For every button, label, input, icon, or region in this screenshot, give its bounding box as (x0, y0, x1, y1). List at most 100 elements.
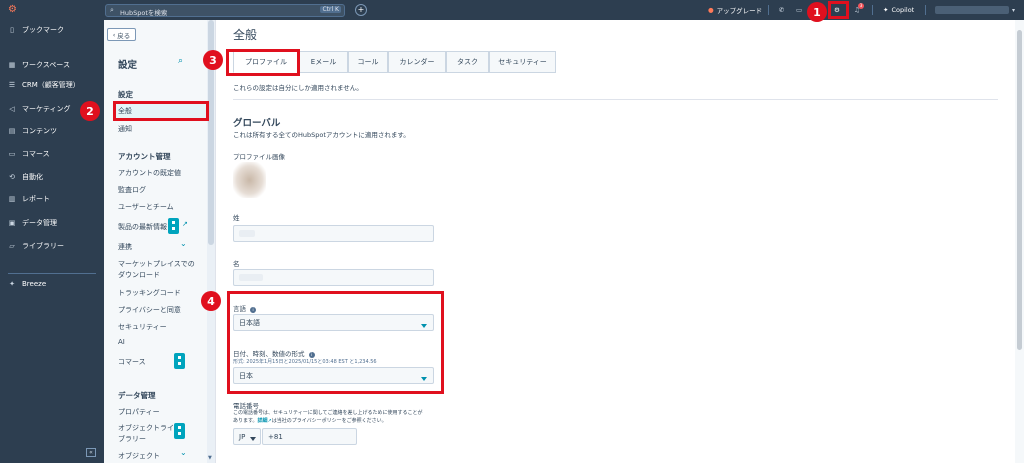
sidebar-item-product-updates[interactable]: 製品の最新情報 (118, 222, 167, 232)
nav-item-reports[interactable]: ▥ レポート (0, 192, 104, 206)
scroll-down-arrow-icon[interactable]: ▼ (208, 455, 212, 461)
sidebar-item-account-defaults[interactable]: アカウントの既定値 (118, 168, 181, 178)
highlight-general-item (113, 101, 209, 121)
sidebar-item-object-library[interactable]: オブジェクトライ ブラリー (118, 423, 174, 445)
search-icon: ⌕ (110, 6, 114, 14)
last-name-field[interactable] (233, 225, 434, 242)
last-name-blurred-value (239, 230, 255, 237)
nav-item-content[interactable]: ▤ コンテンツ (0, 124, 104, 138)
inbox-icon[interactable]: ▭ (796, 0, 802, 20)
phone-description: この電話番号は、セキュリティーに関してご連絡を差し上げるために使用することが あ… (233, 409, 423, 425)
divider (768, 5, 769, 15)
first-name-field[interactable] (233, 269, 434, 286)
upgrade-button[interactable]: ● アップグレード (708, 0, 762, 20)
nav-item-label: マーケティング (22, 105, 71, 113)
top-bar: ⚙ ⌕ HubSpotを検索 Ctrl K + ● アップグレード ✆ ▭ ⚙ ♫… (0, 0, 1024, 20)
sidebar-item-notifications[interactable]: 通知 (118, 124, 132, 134)
nav-item-label: CRM（顧客管理） (22, 81, 80, 89)
tab-1[interactable]: Eメール (299, 51, 348, 73)
last-name-label: 姓 (233, 214, 240, 222)
hubspot-logo-icon[interactable]: ⚙ (8, 4, 20, 16)
copilot-label: Copilot (891, 6, 915, 14)
highlight-language-date-settings (227, 291, 444, 394)
account-menu[interactable] (935, 6, 1009, 14)
search-shortcut: Ctrl K (320, 6, 341, 13)
country-code-value: JP (239, 432, 246, 441)
scrollbar-thumb[interactable] (1017, 30, 1022, 350)
nav-item-workspace[interactable]: ▦ ワークスペース (0, 58, 104, 72)
annotation-4: 4 (201, 291, 221, 311)
sidebar-item-users-teams[interactable]: ユーザーとチーム (118, 202, 174, 212)
profile-avatar[interactable] (233, 162, 266, 198)
tab-5[interactable]: セキュリティー (489, 51, 556, 73)
phone-desc-line3: は当社のプライバシーポリシーをご参照ください。 (271, 418, 387, 424)
sidebar-item-tracking-code[interactable]: トラッキングコード (118, 288, 181, 298)
main-scrollbar[interactable] (1015, 20, 1024, 463)
object-library-badge (174, 423, 185, 439)
phone-number-value: +81 (268, 432, 283, 441)
tab-2[interactable]: コール (348, 51, 388, 73)
upgrade-icon: ● (708, 6, 714, 14)
sidebar-item-security[interactable]: セキュリティー (118, 322, 167, 332)
nav-item-library[interactable]: ▱ ライブラリー (0, 239, 104, 253)
divider (872, 5, 873, 15)
product-updates-badge (168, 218, 179, 234)
copilot-button[interactable]: ✦ Copilot (883, 0, 914, 20)
data-icon: ▣ (8, 219, 16, 227)
annotation-1: 1 (807, 2, 827, 22)
nav-item-automation[interactable]: ⟲ 自動化 (0, 170, 104, 184)
create-button[interactable]: + (355, 4, 367, 16)
settings-sidebar: ‹ 戻る 設定 ⌕ 設定 全般 通知 アカウント管理 アカウントの既定値 監査ログ… (104, 20, 216, 463)
phone-desc-line1: この電話番号は、セキュリティーに関してご連絡を差し上げるために使用することが (233, 410, 423, 416)
sidebar-item-commerce[interactable]: コマース (118, 357, 146, 367)
main-content: 全般 プロファイル Eメール コール カレンダー タスク セキュリティー これらの設定は自… (216, 20, 1024, 463)
phone-number-field[interactable]: +81 (262, 428, 357, 445)
nav-item-label: コンテンツ (22, 127, 57, 135)
nav-item-label: ブックマーク (22, 26, 64, 34)
objects-chevron-down-icon[interactable]: ⌄ (180, 448, 187, 457)
back-button[interactable]: ‹ 戻る (107, 28, 136, 41)
sidebar-item-audit-log[interactable]: 監査ログ (118, 185, 146, 195)
phone-details-link[interactable]: 詳細 (258, 418, 268, 424)
nav-item-crm[interactable]: ☰ CRM（顧客管理） (0, 78, 104, 92)
calling-icon[interactable]: ✆ (779, 0, 784, 20)
nav-item-breeze[interactable]: ✦ Breeze (0, 277, 104, 291)
marketing-icon: ◁ (9, 105, 15, 113)
nav-item-label: Breeze (22, 280, 47, 288)
settings-scrollbar[interactable]: ▼ (207, 20, 215, 463)
bookmark-icon: ▯ (10, 26, 14, 34)
upgrade-label: アップグレード (716, 7, 763, 15)
nav-item-commerce[interactable]: ▭ コマース (0, 147, 104, 161)
sidebar-item-marketplace[interactable]: マーケットプレイスでの ダウンロード (118, 259, 195, 281)
sidebar-item-properties[interactable]: プロパティー (118, 407, 160, 417)
account-chevron-down-icon[interactable]: ▾ (1012, 0, 1015, 20)
nav-item-bookmark[interactable]: ▯ ブックマーク (0, 23, 104, 37)
sidebar-item-integrations[interactable]: 連携 (118, 242, 132, 252)
sidebar-item-ai[interactable]: AI (118, 338, 125, 346)
marketplace-label-line2: ダウンロード (118, 271, 160, 279)
nav-item-data[interactable]: ▣ データ管理 (0, 216, 104, 230)
integrations-chevron-down-icon[interactable]: ⌄ (180, 239, 187, 248)
tab-3[interactable]: カレンダー (388, 51, 446, 73)
sidebar-item-objects[interactable]: オブジェクト (118, 451, 160, 461)
section-data-heading: データ管理 (118, 391, 156, 400)
collapse-nav-icon[interactable]: « (86, 448, 96, 457)
content-icon: ▤ (8, 127, 16, 135)
first-name-blurred-value (239, 274, 263, 281)
reports-icon: ▥ (8, 195, 16, 203)
tab-4[interactable]: タスク (446, 51, 489, 73)
global-search-input[interactable]: ⌕ HubSpotを検索 Ctrl K (105, 4, 345, 17)
section-account-heading: アカウント管理 (118, 152, 171, 161)
chevron-down-icon (250, 435, 256, 443)
commerce-icon: ▭ (8, 150, 16, 158)
section-divider (233, 99, 998, 100)
settings-search-icon[interactable]: ⌕ (178, 56, 183, 66)
global-section-desc: これは所有する全てのHubSpotアカウントに適用されます。 (233, 131, 410, 139)
sidebar-item-privacy[interactable]: プライバシーと同意 (118, 305, 181, 315)
object-library-label-line2: ブラリー (118, 435, 146, 443)
nav-item-label: データ管理 (22, 219, 57, 227)
workspace-icon: ▦ (8, 61, 16, 69)
copilot-sparkle-icon: ✦ (883, 6, 889, 14)
country-code-select[interactable]: JP (233, 428, 261, 445)
nav-item-label: 自動化 (22, 173, 43, 181)
